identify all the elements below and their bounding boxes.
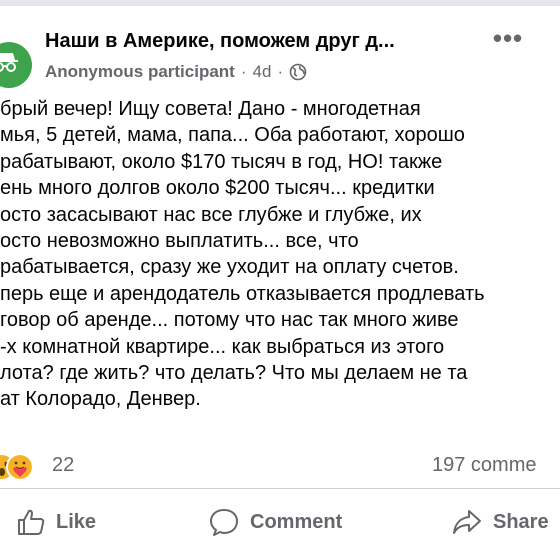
thumbs-up-icon bbox=[18, 509, 45, 535]
post-line-3: рабатывают, около $170 тысяч в год, НО! … bbox=[0, 150, 443, 173]
comment-count[interactable]: 197 comme bbox=[432, 454, 537, 477]
comment-label: Comment bbox=[250, 510, 343, 533]
post-time[interactable]: 4d bbox=[253, 62, 272, 82]
care-icon bbox=[6, 453, 34, 481]
anonymous-avatar-icon[interactable] bbox=[0, 42, 32, 88]
meta-separator: · bbox=[240, 62, 247, 81]
comment-bubble-icon bbox=[210, 509, 238, 536]
share-button[interactable]: Share bbox=[451, 500, 549, 544]
incognito-icon bbox=[0, 53, 18, 72]
post-line-11: лота? где жить? что делать? Что мы делае… bbox=[0, 361, 468, 384]
post-line-4: ень много долгов около $200 тысяч... кре… bbox=[0, 177, 435, 200]
facebook-post: Наши в Америке, поможем друг д... ••• An… bbox=[0, 0, 560, 560]
reaction-count[interactable]: 22 bbox=[52, 454, 74, 477]
reactions-bar: 22 197 comme bbox=[0, 452, 560, 481]
meta-separator-2: · bbox=[277, 62, 284, 81]
post-line-7: рабатывается, сразу же уходит на оплату … bbox=[0, 256, 459, 279]
post-line-12: ат Колорадо, Денвер. bbox=[0, 388, 201, 411]
post-line-9: говор об аренде... потому что нас так мн… bbox=[0, 309, 459, 332]
comment-button[interactable]: Comment bbox=[208, 500, 342, 544]
post-line-6: осто невозможно выплатить... все, что bbox=[0, 229, 359, 252]
group-name-link[interactable]: Наши в Америке, поможем друг д... bbox=[45, 30, 475, 53]
post-line-8: перь еще и арендодатель отказывается про… bbox=[0, 282, 485, 305]
post-body: брый вечер! Ищу совета! Дано - многодетн… bbox=[0, 96, 560, 413]
more-icon[interactable]: ••• bbox=[488, 25, 528, 54]
reaction-icons[interactable] bbox=[0, 452, 48, 481]
share-label: Share bbox=[493, 510, 549, 533]
actions-divider bbox=[0, 488, 560, 489]
post-line-10: -х комнатной квартире... как выбраться и… bbox=[0, 335, 445, 358]
post-header: Наши в Америке, поможем друг д... ••• An… bbox=[0, 22, 560, 92]
post-line-2: мья, 5 детей, мама, папа... Оба работают… bbox=[0, 124, 465, 147]
globe-icon bbox=[289, 63, 307, 81]
top-divider bbox=[0, 0, 560, 6]
like-button[interactable]: Like bbox=[16, 500, 96, 544]
share-arrow-icon bbox=[453, 510, 481, 534]
post-line-5: осто засасывают нас все глубже и глубже,… bbox=[0, 203, 422, 226]
action-bar: Like Comment Share bbox=[0, 500, 560, 544]
post-meta: Anonymous participant · 4d · bbox=[45, 61, 307, 83]
like-label: Like bbox=[56, 510, 97, 533]
post-line-1: брый вечер! Ищу совета! Дано - многодетн… bbox=[0, 98, 421, 120]
author-name[interactable]: Anonymous participant bbox=[45, 62, 235, 82]
